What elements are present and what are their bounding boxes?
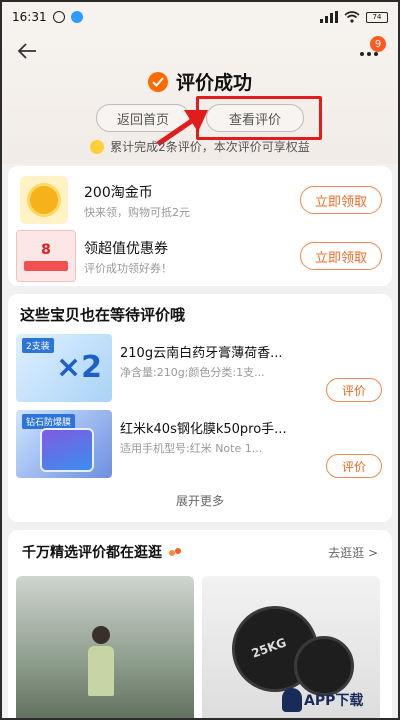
reward-name: 200淘金币 — [84, 185, 153, 201]
page-title: 评价成功 — [175, 72, 252, 94]
expand-more-button[interactable]: 展开更多 — [8, 492, 392, 509]
product-name: 红米k40s钢化膜k50pro手... — [120, 422, 287, 437]
more-menu-button[interactable]: 9 — [356, 36, 386, 66]
reward-item-coins: 200淘金币 快来领，购物可抵2元 立即领取 — [8, 172, 392, 228]
title-row: 评价成功 — [0, 68, 400, 95]
status-left: 16:31 — [12, 10, 83, 24]
status-right: 74 — [320, 11, 388, 23]
signal-icon — [320, 11, 338, 23]
result-header: 9 评价成功 返回首页 查看评价 累计完成2条评价，本次评价可享权益 — [0, 34, 400, 164]
battery-level: 74 — [372, 13, 382, 21]
status-time: 16:31 — [12, 10, 47, 24]
reward-name: 领超值优惠券 — [84, 241, 168, 257]
claim-coupon-button[interactable]: 立即领取 — [300, 242, 382, 270]
hot-dots-icon — [169, 548, 181, 556]
product-thumbnail: 钻石防爆膜 — [16, 410, 112, 478]
success-check-icon — [147, 71, 168, 92]
reward-desc: 快来领，购物可抵2元 — [84, 206, 190, 219]
rate-button[interactable]: 评价 — [326, 454, 382, 478]
section-title: 这些宝贝也在等待评价哦 — [20, 306, 186, 324]
rewards-card: 200淘金币 快来领，购物可抵2元 立即领取 8 领超值优惠券 评价成功领好券！… — [8, 166, 392, 286]
back-arrow-icon[interactable] — [16, 40, 38, 62]
review-photo[interactable] — [16, 576, 194, 720]
watermark-text: APP下载 — [304, 693, 364, 709]
product-item[interactable]: 2支装 ×2 210g云南白药牙膏薄荷香... 净含量:210g;颜色分类:1支… — [8, 334, 392, 406]
product-spec: 适用手机型号:红米 Note 1... — [120, 442, 263, 455]
reward-note: 累计完成2条评价，本次评价可享权益 — [0, 138, 400, 155]
reward-item-coupon: 8 领超值优惠券 评价成功领好券！ 立即领取 — [8, 228, 392, 284]
product-thumbnail: 2支装 ×2 — [16, 334, 112, 402]
person-figure — [86, 626, 116, 706]
gold-coin-icon — [20, 176, 68, 224]
app-notification-icon — [70, 11, 83, 23]
highlight-box — [196, 96, 322, 140]
rate-button[interactable]: 评价 — [326, 378, 382, 402]
go-browse-link[interactable]: 去逛逛 > — [328, 544, 378, 561]
notification-badge: 9 — [370, 36, 386, 52]
battery-icon: 74 — [366, 11, 388, 23]
product-spec: 净含量:210g;颜色分类:1支... — [120, 366, 265, 379]
more-dots-icon — [360, 52, 378, 56]
reward-desc: 评价成功领好券！ — [84, 262, 172, 275]
smile-emoji-icon — [90, 139, 105, 154]
watermark: APP下载 — [282, 688, 363, 712]
alarm-icon — [52, 11, 65, 23]
status-bar: 16:31 74 — [0, 0, 400, 34]
pending-reviews-card: 这些宝贝也在等待评价哦 2支装 ×2 210g云南白药牙膏薄荷香... 净含量:… — [8, 294, 392, 522]
reward-note-text: 累计完成2条评价，本次评价可享权益 — [110, 140, 310, 154]
watermark-logo-icon — [282, 688, 302, 712]
browse-title: 千万精选评价都在逛逛 — [22, 542, 182, 562]
product-item[interactable]: 钻石防爆膜 红米k40s钢化膜k50pro手... 适用手机型号:红米 Note… — [8, 410, 392, 482]
coupon-icon: 8 — [16, 230, 76, 282]
product-name: 210g云南白药牙膏薄荷香... — [120, 346, 283, 361]
coupon-value: 8 — [41, 241, 51, 258]
claim-coins-button[interactable]: 立即领取 — [300, 186, 382, 214]
wifi-icon — [344, 11, 360, 23]
